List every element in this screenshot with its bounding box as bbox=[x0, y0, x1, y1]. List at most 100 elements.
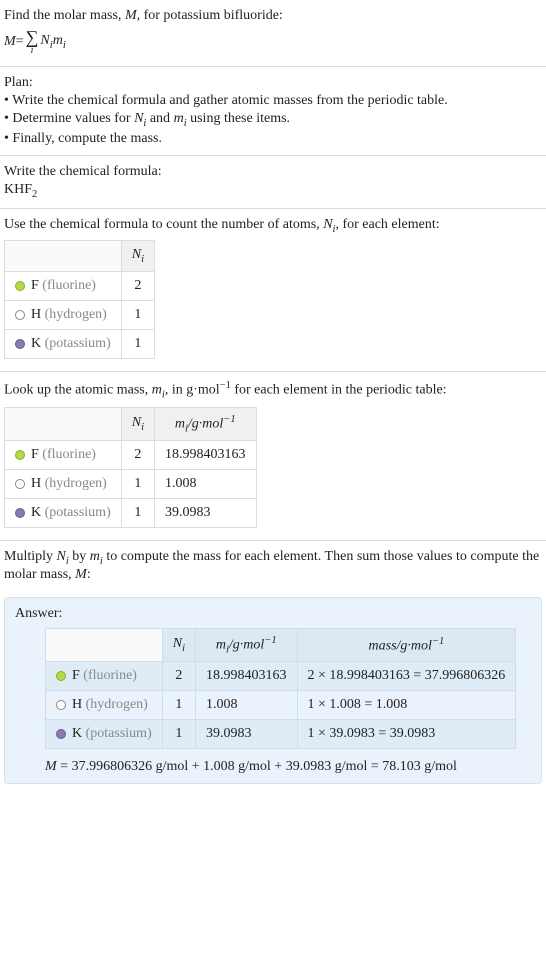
lookup-title-c: for each element in the periodic table: bbox=[231, 383, 447, 398]
lookup-neg1: −1 bbox=[220, 380, 231, 391]
col-m-neg1: −1 bbox=[264, 635, 276, 646]
el-name: (fluorine) bbox=[83, 668, 137, 683]
mult-N: N bbox=[57, 549, 66, 564]
el-sym: H bbox=[31, 307, 41, 322]
sigma-icon: ∑ i bbox=[26, 28, 39, 56]
cell-N: 1 bbox=[162, 691, 195, 720]
table-row: H (hydrogen) 1 1.008 bbox=[5, 470, 257, 499]
col-m-unit: /g·mol bbox=[188, 416, 223, 431]
el-sym: K bbox=[31, 336, 41, 351]
cell-mass: 1 × 1.008 = 1.008 bbox=[297, 691, 516, 720]
element-dot-icon bbox=[15, 479, 25, 489]
multiply-section: Multiply Ni by mi to compute the mass fo… bbox=[0, 541, 546, 591]
answer-table: Ni mi/g·mol−1 mass/g·mol−1 F (fluorine) … bbox=[45, 628, 516, 749]
cell-element: K (potassium) bbox=[5, 330, 122, 359]
col-m-unit: /g·mol bbox=[229, 638, 264, 653]
mult-b: by bbox=[69, 549, 90, 564]
table-header-row: Ni bbox=[5, 241, 155, 272]
count-table: Ni F (fluorine) 2 H (hydrogen) 1 K (pota… bbox=[4, 240, 155, 359]
el-name: (potassium) bbox=[45, 336, 111, 351]
final-eq: = 37.996806326 g/mol + 1.008 g/mol + 39.… bbox=[57, 759, 457, 774]
el-name: (potassium) bbox=[45, 505, 111, 520]
plan-section: Plan: • Write the chemical formula and g… bbox=[0, 67, 546, 156]
answer-content: Ni mi/g·mol−1 mass/g·mol−1 F (fluorine) … bbox=[15, 628, 531, 775]
plan2-end: using these items. bbox=[187, 111, 290, 126]
table-header-row: Ni mi/g·mol−1 bbox=[5, 407, 257, 440]
cell-element: F (fluorine) bbox=[5, 272, 122, 301]
cell-m: 1.008 bbox=[155, 470, 257, 499]
intro-M: M bbox=[125, 8, 137, 23]
cell-m: 39.0983 bbox=[196, 720, 298, 749]
molar-mass-equation: M = ∑ i Ni mi bbox=[4, 28, 542, 56]
el-sym: F bbox=[72, 668, 80, 683]
col-N-N: N bbox=[132, 415, 141, 430]
cell-N: 1 bbox=[121, 499, 154, 528]
col-N: Ni bbox=[121, 241, 154, 272]
sigma-sub-i: i bbox=[31, 46, 34, 56]
count-title-a: Use the chemical formula to count the nu… bbox=[4, 217, 323, 232]
count-section: Use the chemical formula to count the nu… bbox=[0, 209, 546, 373]
element-dot-icon bbox=[15, 339, 25, 349]
mult-m: m bbox=[90, 549, 100, 564]
cell-N: 1 bbox=[121, 470, 154, 499]
plan-item-3: • Finally, compute the mass. bbox=[4, 131, 542, 147]
cell-element: F (fluorine) bbox=[5, 441, 122, 470]
cell-m: 1.008 bbox=[196, 691, 298, 720]
table-row: K (potassium) 1 bbox=[5, 330, 155, 359]
col-N-N: N bbox=[132, 247, 141, 262]
cell-N: 1 bbox=[162, 720, 195, 749]
el-sym: H bbox=[72, 697, 82, 712]
col-element bbox=[46, 628, 163, 661]
final-M: M bbox=[45, 759, 57, 774]
cell-mass: 1 × 39.0983 = 39.0983 bbox=[297, 720, 516, 749]
el-sym: F bbox=[31, 278, 39, 293]
cell-element: K (potassium) bbox=[46, 720, 163, 749]
chemformula-base: KHF bbox=[4, 182, 32, 197]
table-row: F (fluorine) 2 bbox=[5, 272, 155, 301]
el-sym: K bbox=[72, 726, 82, 741]
table-row: K (potassium) 1 39.0983 1 × 39.0983 = 39… bbox=[46, 720, 516, 749]
col-mass: mass/g·mol−1 bbox=[297, 628, 516, 661]
lookup-m: m bbox=[152, 383, 162, 398]
eq-m: m bbox=[53, 33, 63, 48]
col-m-neg1: −1 bbox=[223, 414, 235, 425]
element-dot-icon bbox=[15, 450, 25, 460]
col-N: Ni bbox=[162, 628, 195, 661]
lookup-title-b: , in g·mol bbox=[165, 383, 220, 398]
multiply-text: Multiply Ni by mi to compute the mass fo… bbox=[4, 549, 542, 583]
cell-N: 2 bbox=[121, 272, 154, 301]
element-dot-icon bbox=[15, 281, 25, 291]
col-N-i: i bbox=[141, 254, 144, 265]
sigma-symbol: ∑ bbox=[26, 28, 39, 46]
cell-N: 2 bbox=[121, 441, 154, 470]
table-header-row: Ni mi/g·mol−1 mass/g·mol−1 bbox=[46, 628, 516, 661]
cell-N: 1 bbox=[121, 301, 154, 330]
final-answer: M = 37.996806326 g/mol + 1.008 g/mol + 3… bbox=[45, 759, 531, 775]
cell-element: H (hydrogen) bbox=[5, 470, 122, 499]
cell-N: 1 bbox=[121, 330, 154, 359]
eq-equals: = bbox=[16, 34, 24, 50]
chemformula-title: Write the chemical formula: bbox=[4, 164, 542, 180]
count-title-b: , for each element: bbox=[335, 217, 439, 232]
chemformula-sub: 2 bbox=[32, 189, 37, 200]
el-name: (fluorine) bbox=[42, 447, 96, 462]
col-m-m: m bbox=[175, 416, 185, 431]
eq-Ni: Ni bbox=[40, 33, 52, 51]
lookup-table: Ni mi/g·mol−1 F (fluorine) 2 18.99840316… bbox=[4, 407, 257, 528]
intro-text-b: , for potassium bifluoride: bbox=[137, 8, 283, 23]
el-sym: K bbox=[31, 505, 41, 520]
el-name: (hydrogen) bbox=[45, 307, 107, 322]
plan-item-2: • Determine values for Ni and mi using t… bbox=[4, 111, 542, 129]
lookup-section: Look up the atomic mass, mi, in g·mol−1 … bbox=[0, 372, 546, 541]
cell-mass: 2 × 18.998403163 = 37.996806326 bbox=[297, 662, 516, 691]
mult-a: Multiply bbox=[4, 549, 57, 564]
table-row: H (hydrogen) 1 1.008 1 × 1.008 = 1.008 bbox=[46, 691, 516, 720]
plan-item-1: • Write the chemical formula and gather … bbox=[4, 93, 542, 109]
el-name: (hydrogen) bbox=[45, 476, 107, 491]
answer-box: Answer: Ni mi/g·mol−1 mass/g·mol−1 F (fl… bbox=[4, 597, 542, 784]
table-row: H (hydrogen) 1 bbox=[5, 301, 155, 330]
element-dot-icon bbox=[56, 671, 66, 681]
cell-element: H (hydrogen) bbox=[46, 691, 163, 720]
el-sym: F bbox=[31, 447, 39, 462]
eq-m-sub: i bbox=[63, 40, 66, 51]
